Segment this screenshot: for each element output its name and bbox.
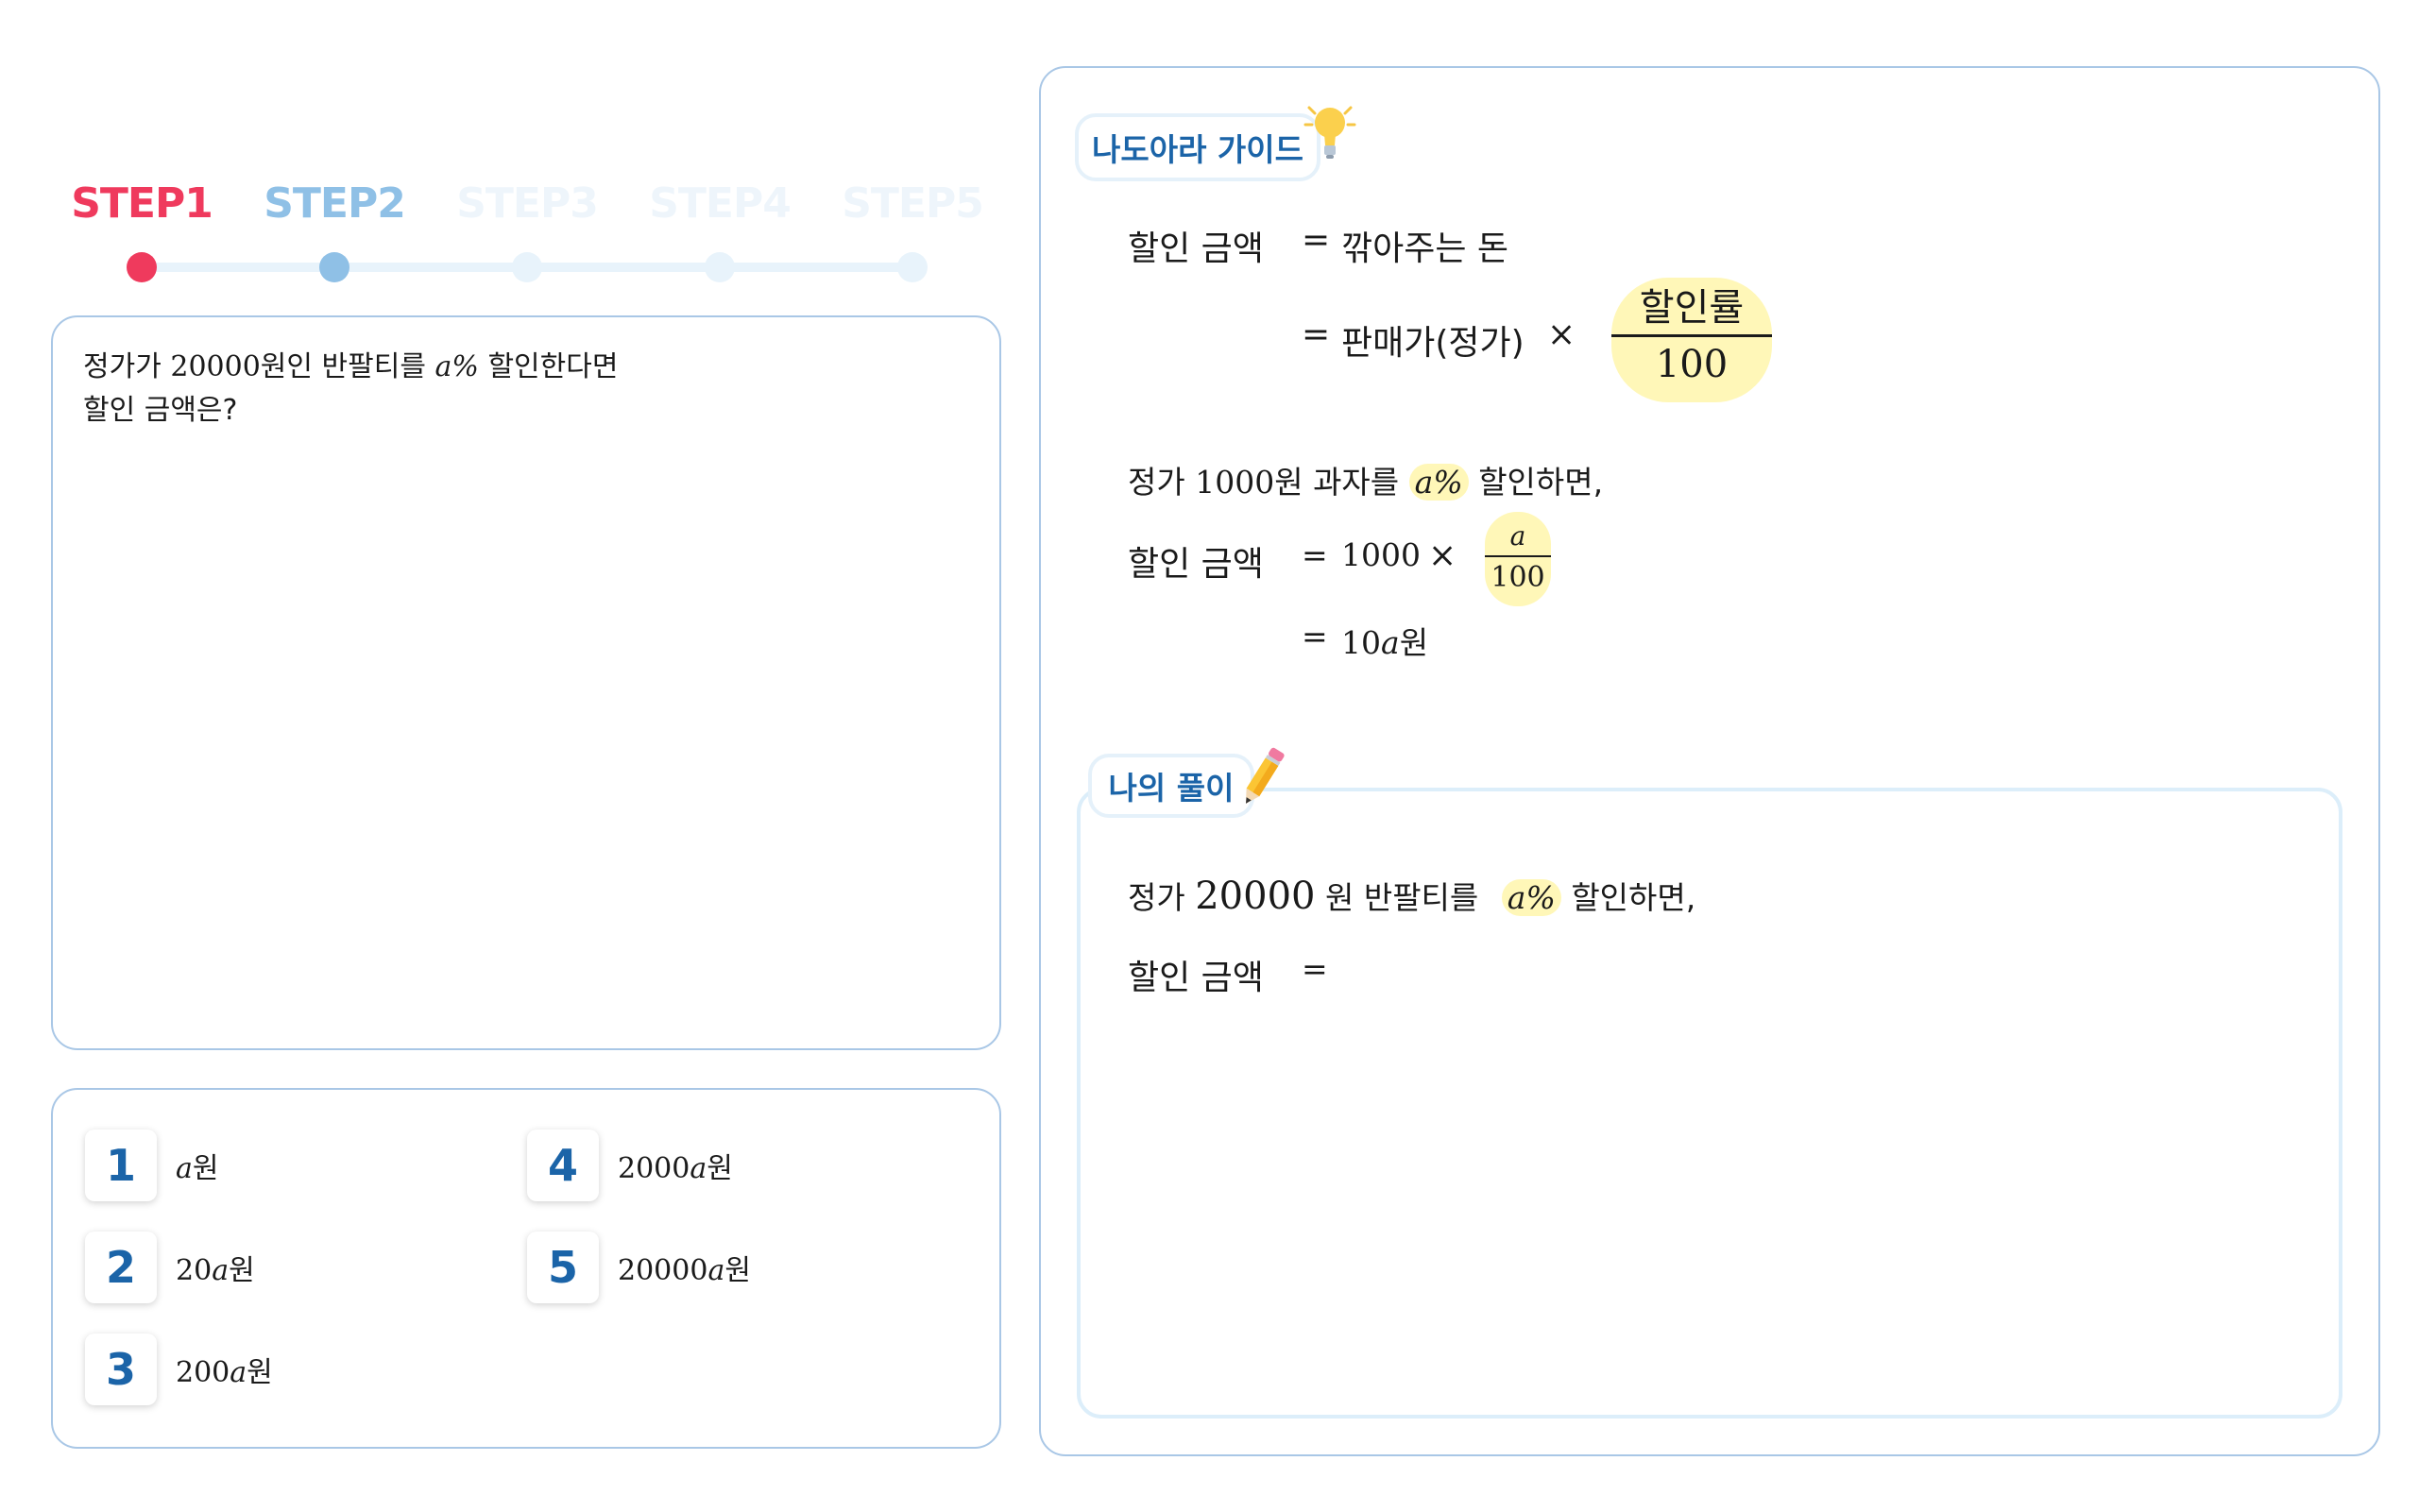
- guide-example-variable: a%: [1408, 464, 1469, 501]
- guide-example-line: 정가 1000원 과자를 a% 할인하면,: [1128, 457, 1603, 502]
- guide-example-frac-numerator: a: [1509, 520, 1526, 552]
- guide-def-right2: 판매가(정가): [1341, 324, 1525, 363]
- guide-example-times: ×: [1428, 536, 1457, 575]
- choice-3-number[interactable]: 3: [85, 1334, 157, 1405]
- guide-example-frac-denominator: 100: [1491, 561, 1545, 594]
- step-5-label[interactable]: STEP5: [818, 179, 1007, 228]
- guide-example-value: 1000: [1341, 536, 1421, 573]
- guide-example-result: 10a원: [1341, 618, 1428, 663]
- question-price: 20000: [170, 350, 261, 383]
- step-1-dot[interactable]: [127, 252, 157, 282]
- guide-example-eq1: =: [1302, 536, 1328, 573]
- guide-def-eq2: =: [1302, 315, 1331, 354]
- step-4-dot[interactable]: [705, 252, 735, 282]
- guide-example-b: 원 과자를: [1274, 464, 1400, 501]
- choice-2-label: 20a원: [176, 1254, 255, 1287]
- guide-example-a: 정가: [1128, 464, 1185, 501]
- guide-example-result-unit: 원: [1399, 624, 1429, 661]
- choice-1-number[interactable]: 1: [85, 1130, 157, 1201]
- choice-2-number[interactable]: 2: [85, 1232, 157, 1303]
- guide-def-times: ×: [1547, 315, 1576, 354]
- step-5-dot[interactable]: [897, 252, 928, 282]
- guide-frac-numerator: 할인률: [1639, 286, 1745, 330]
- guide-def-left: 할인 금액: [1128, 229, 1264, 268]
- question-text-c: 할인한다면: [487, 350, 619, 383]
- step-3-label[interactable]: STEP3: [433, 179, 622, 228]
- step-4-label[interactable]: STEP4: [625, 179, 814, 228]
- question-text: 정가가 20000원인 반팔티를 a% 할인한다면 할인 금액은?: [83, 346, 618, 433]
- guide-panel: 나도아라 가이드 할인 금액 = 깎아주는 돈 = 판매가(정가) × 할인률 …: [1039, 66, 2380, 1456]
- guide-fraction: 할인률 100: [1611, 281, 1772, 392]
- solution-eq: =: [1302, 950, 1328, 987]
- guide-frac-denominator: 100: [1655, 343, 1729, 386]
- choice-4[interactable]: 4 2000a원: [527, 1130, 733, 1201]
- guide-example-result-num: 10: [1341, 624, 1381, 661]
- choice-3-label: 200a원: [176, 1356, 273, 1389]
- choice-4-number[interactable]: 4: [527, 1130, 599, 1201]
- question-panel: 정가가 20000원인 반팔티를 a% 할인한다면 할인 금액은?: [51, 315, 1001, 1050]
- choice-1-label: a원: [176, 1152, 219, 1185]
- solution-price: 20000: [1195, 875, 1316, 918]
- guide-def-eq1: =: [1302, 221, 1331, 260]
- choice-5-label: 20000a원: [618, 1254, 751, 1287]
- step-1-label[interactable]: STEP1: [47, 179, 236, 228]
- guide-example-eq2: =: [1302, 618, 1328, 654]
- guide-def-right1: 깎아주는 돈: [1341, 229, 1509, 268]
- solution-line-1: 정가 20000 원 반팔티를 a% 할인하면,: [1128, 873, 1695, 918]
- guide-example-price: 1000: [1195, 464, 1275, 501]
- solution-variable: a%: [1501, 879, 1561, 916]
- solution-text-c: 할인하면,: [1571, 879, 1696, 916]
- choice-1[interactable]: 1 a원: [85, 1130, 219, 1201]
- choice-4-label: 2000a원: [618, 1152, 733, 1185]
- guide-example-result-var: a: [1381, 624, 1400, 661]
- lightbulb-icon: [1303, 106, 1356, 159]
- choice-3[interactable]: 3 200a원: [85, 1334, 273, 1405]
- question-text-a: 정가가: [83, 350, 162, 383]
- choice-2[interactable]: 2 20a원: [85, 1232, 255, 1303]
- step-progress: STEP1 STEP2 STEP3 STEP4 STEP5: [71, 179, 984, 293]
- question-line-2: 할인 금액은?: [83, 394, 238, 427]
- choices-panel: 1 a원 2 20a원 3 200a원 4 2000a원 5 20000a원: [51, 1088, 1001, 1449]
- guide-title: 나도아라 가이드: [1075, 113, 1320, 181]
- choice-5[interactable]: 5 20000a원: [527, 1232, 751, 1303]
- guide-example-left: 할인 금액: [1128, 545, 1264, 584]
- guide-example-c: 할인하면,: [1478, 464, 1604, 501]
- question-text-b: 원인 반팔티를: [260, 350, 426, 383]
- step-2-label[interactable]: STEP2: [240, 179, 429, 228]
- step-2-dot[interactable]: [319, 252, 349, 282]
- step-3-dot[interactable]: [512, 252, 542, 282]
- guide-example-fraction: a 100: [1485, 518, 1551, 599]
- solution-line-2: 할인 금액: [1128, 959, 1264, 997]
- choice-5-number[interactable]: 5: [527, 1232, 599, 1303]
- solution-text-a: 정가: [1128, 879, 1185, 916]
- solution-title: 나의 풀이: [1088, 754, 1254, 818]
- solution-text-b: 원 반팔티를: [1324, 879, 1479, 916]
- question-variable: a%: [434, 350, 479, 383]
- pencil-icon: [1245, 747, 1285, 804]
